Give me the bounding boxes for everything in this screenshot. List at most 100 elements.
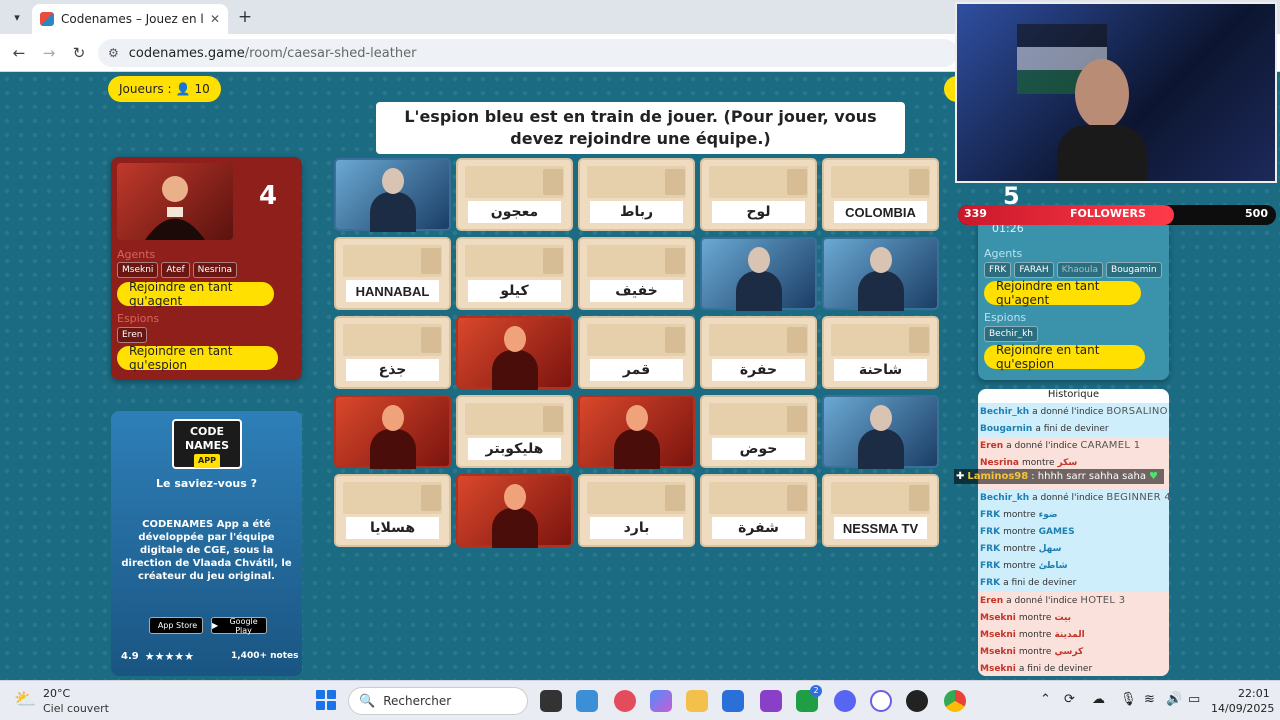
word-card[interactable]: NESSMA TV: [822, 474, 939, 547]
sync-icon[interactable]: ⟳: [1064, 692, 1075, 707]
opera-icon[interactable]: [614, 690, 636, 712]
history-name: Msekni: [980, 630, 1016, 641]
card-photo-stamp: [787, 406, 807, 432]
clock-date[interactable]: 14/09/2025: [1211, 702, 1274, 715]
revealed-blue-agent-card[interactable]: [822, 237, 939, 311]
forward-arrow-icon[interactable]: →: [38, 42, 60, 64]
blue-spies-label: Espions: [984, 311, 1027, 324]
history-row: Bougarnin a fini de deviner: [978, 420, 1169, 438]
volume-icon[interactable]: 🔊: [1166, 692, 1182, 707]
revealed-blue-agent-card[interactable]: [700, 237, 817, 311]
new-tab-plus-icon[interactable]: +: [234, 6, 256, 28]
weather-temperature[interactable]: 20°C: [43, 687, 70, 700]
word-card[interactable]: HANNABAL: [334, 237, 451, 310]
search-placeholder: Rechercher: [383, 694, 452, 708]
history-verb: a fini de deviner: [1018, 664, 1093, 675]
copilot-icon[interactable]: [650, 690, 672, 712]
tab-title: Codenames – Jouez en ligne av: [61, 12, 203, 26]
agent-figure: [856, 247, 906, 311]
reload-icon[interactable]: ↻: [68, 42, 90, 64]
app-store-button[interactable]: App Store: [149, 617, 203, 634]
red-join-agent-button[interactable]: Rejoindre en tant qu'agent: [117, 280, 274, 308]
onedrive-cloud-icon[interactable]: ☁: [1092, 692, 1105, 707]
back-arrow-icon[interactable]: ←: [8, 42, 30, 64]
history-verb: montre: [1003, 526, 1036, 537]
word-card[interactable]: حوض: [700, 395, 817, 468]
app-icon[interactable]: [760, 690, 782, 712]
revealed-red-agent-card[interactable]: [456, 474, 573, 548]
word-card[interactable]: بارد: [578, 474, 695, 547]
history-name: FRK: [980, 561, 1001, 572]
card-word: بارد: [590, 517, 683, 539]
card-photo-stamp: [787, 327, 807, 353]
tab-list-chevron-icon[interactable]: ▾: [6, 6, 28, 28]
followers-goal-bar: 339 FOLLOWERS 500: [958, 205, 1276, 225]
store-icon[interactable]: [722, 690, 744, 712]
clock-time[interactable]: 22:01: [1238, 687, 1270, 700]
word-card[interactable]: حفرة: [700, 316, 817, 389]
battery-icon[interactable]: ▭: [1188, 692, 1200, 707]
site-info-icon[interactable]: ⚙: [108, 46, 119, 60]
red-spies-label: Espions: [117, 312, 160, 325]
chrome-icon[interactable]: [944, 690, 966, 712]
photos-app-icon[interactable]: [576, 690, 598, 712]
browser-icon[interactable]: [870, 690, 892, 712]
revealed-blue-agent-card[interactable]: [822, 395, 939, 469]
obs-icon[interactable]: [906, 690, 928, 712]
red-spymaster-portrait: [117, 163, 233, 240]
revealed-red-agent-card[interactable]: [578, 395, 695, 469]
revealed-blue-agent-card[interactable]: [334, 158, 451, 232]
blue-spies-list: Bechir_kh: [984, 326, 1038, 342]
show-hidden-icons-icon[interactable]: ⌃: [1040, 692, 1051, 707]
blue-join-spy-button[interactable]: Rejoindre en tant qu'espion: [984, 343, 1145, 371]
card-photo-stamp: [665, 248, 685, 274]
history-panel[interactable]: Historique Bechir_kh a donné l'indice BORS…: [978, 389, 1169, 676]
word-card[interactable]: هليكوبتر: [456, 395, 573, 468]
agent-figure: [368, 405, 418, 469]
google-play-button[interactable]: ▶ Google Play: [211, 617, 267, 635]
file-explorer-icon[interactable]: [686, 690, 708, 712]
word-card[interactable]: COLOMBIA: [822, 158, 939, 231]
word-card[interactable]: خفيف: [578, 237, 695, 310]
history-name: Nesrina: [980, 458, 1019, 469]
history-name: FRK: [980, 578, 1001, 589]
address-bar[interactable]: ⚙ codenames.game/room/caesar-shed-leathe…: [98, 39, 958, 67]
revealed-red-agent-card[interactable]: [456, 316, 573, 390]
card-photo-stamp: [665, 485, 685, 511]
word-card[interactable]: كيلو: [456, 237, 573, 310]
person-icon: 👤: [175, 82, 191, 96]
word-card[interactable]: معجون: [456, 158, 573, 231]
revealed-red-agent-card[interactable]: [334, 395, 451, 469]
word-card[interactable]: هسلايا: [334, 474, 451, 547]
history-word: شاطئ: [1038, 561, 1068, 572]
weather-condition[interactable]: Ciel couvert: [43, 702, 109, 715]
players-count-badge[interactable]: Joueurs : 👤 10: [108, 76, 221, 102]
word-card[interactable]: شاحنة: [822, 316, 939, 389]
taskbar-search[interactable]: 🔍 Rechercher: [348, 687, 528, 715]
discord-icon[interactable]: [834, 690, 856, 712]
word-card[interactable]: جذع: [334, 316, 451, 389]
red-spies-list: Eren: [117, 327, 148, 343]
microphone-icon[interactable]: 🎙: [1120, 692, 1137, 707]
windows-start-icon[interactable]: [316, 690, 336, 710]
player-chip: Bougamin: [1106, 262, 1162, 278]
history-name: Msekni: [980, 612, 1016, 623]
card-word: شاحنة: [834, 359, 927, 381]
word-card[interactable]: رباط: [578, 158, 695, 231]
blue-join-agent-button[interactable]: Rejoindre en tant qu'agent: [984, 279, 1141, 307]
word-card[interactable]: لوح: [700, 158, 817, 231]
wifi-icon[interactable]: ≋: [1144, 692, 1155, 707]
task-view-icon[interactable]: [540, 690, 562, 712]
history-row: Eren a donné l'indice HOTEL 3: [978, 592, 1169, 610]
close-tab-icon[interactable]: ✕: [210, 12, 220, 26]
history-row: FRK montre شاطئ: [978, 557, 1169, 575]
weather-cloud-icon[interactable]: ⛅: [14, 689, 36, 710]
word-card[interactable]: شفرة: [700, 474, 817, 547]
card-word: هسلايا: [346, 517, 439, 539]
browser-tab-codenames[interactable]: Codenames – Jouez en ligne av ✕: [32, 4, 228, 34]
red-join-spy-button[interactable]: Rejoindre en tant qu'espion: [117, 344, 278, 372]
word-card[interactable]: قمر: [578, 316, 695, 389]
codenames-app-promo[interactable]: CODE NAMES APP Le saviez-vous ? CODENAME…: [111, 411, 302, 676]
streamer-webcam: [955, 2, 1277, 183]
codenames-favicon-icon: [40, 12, 54, 26]
